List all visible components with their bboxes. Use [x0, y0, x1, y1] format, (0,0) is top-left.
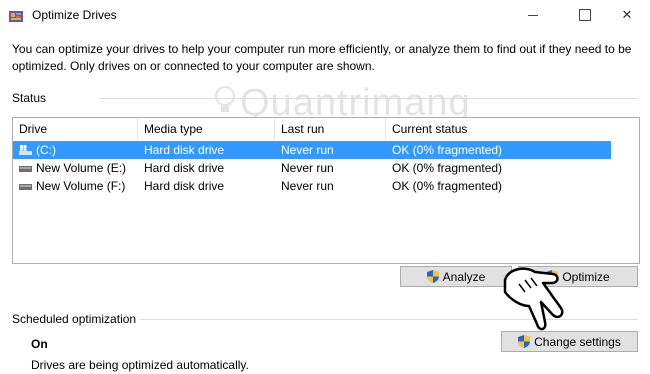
table-row-drive-c[interactable]: (C:) Hard disk drive Never run OK (0% fr… — [13, 141, 611, 159]
minimize-icon — [528, 14, 538, 16]
current-status: OK (0% fragmented) — [392, 143, 503, 157]
hard-drive-icon — [19, 166, 32, 172]
close-button[interactable]: ✕ — [604, 0, 650, 30]
column-header-media-type[interactable]: Media type — [138, 118, 275, 140]
status-divider — [100, 98, 638, 99]
status-section-label: Status — [12, 91, 47, 105]
last-run: Never run — [281, 143, 334, 157]
maximize-button[interactable] — [562, 0, 608, 30]
drives-list[interactable]: Drive Media type Last run Current status… — [12, 117, 640, 264]
media-type: Hard disk drive — [144, 143, 225, 157]
table-row-drive-f[interactable]: New Volume (F:) Hard disk drive Never ru… — [13, 177, 611, 195]
windows-drive-icon — [19, 145, 32, 155]
title-bar: Optimize Drives ✕ — [0, 0, 650, 31]
drive-name: (C:) — [36, 143, 56, 157]
minimize-button[interactable] — [510, 0, 556, 30]
schedule-state: On — [31, 337, 48, 351]
drive-name: New Volume (F:) — [36, 179, 126, 193]
media-type: Hard disk drive — [144, 161, 225, 175]
table-row-drive-e[interactable]: New Volume (E:) Hard disk drive Never ru… — [13, 159, 611, 177]
current-status: OK (0% fragmented) — [392, 179, 503, 193]
description-text: You can optimize your drives to help you… — [12, 42, 632, 73]
schedule-detail: Drives are being optimized automatically… — [31, 358, 249, 372]
uac-shield-icon — [426, 270, 439, 283]
column-header-last-run[interactable]: Last run — [275, 118, 386, 140]
maximize-icon — [579, 9, 591, 21]
analyze-label: Analyze — [442, 269, 486, 284]
drive-name: New Volume (E:) — [36, 161, 127, 175]
current-status: OK (0% fragmented) — [392, 161, 503, 175]
scheduled-section-label: Scheduled optimization — [12, 312, 137, 326]
last-run: Never run — [281, 179, 334, 193]
last-run: Never run — [281, 161, 334, 175]
close-icon: ✕ — [621, 7, 633, 22]
media-type: Hard disk drive — [144, 179, 225, 193]
hard-drive-icon — [19, 184, 32, 190]
lightbulb-icon — [215, 86, 235, 112]
window-title: Optimize Drives — [32, 8, 117, 22]
column-header-current-status[interactable]: Current status — [386, 118, 609, 140]
column-header-drive[interactable]: Drive — [13, 118, 138, 140]
pointing-hand-icon — [503, 267, 564, 331]
optimize-drives-app-icon — [9, 11, 23, 22]
